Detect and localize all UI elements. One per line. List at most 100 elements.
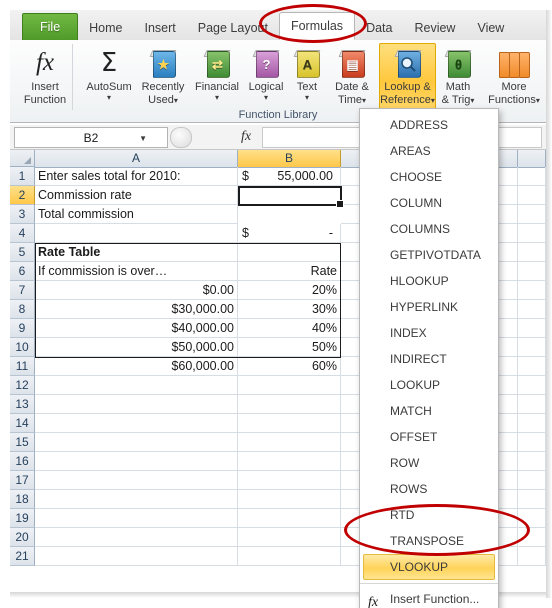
row-header-12[interactable]: 12	[10, 376, 35, 395]
ribbon-button-logical[interactable]: ? Logical ▾	[243, 43, 289, 117]
cell-A13[interactable]	[35, 395, 238, 414]
menu-item-transpose[interactable]: TRANSPOSE	[360, 528, 498, 554]
cell-B11[interactable]: 60%	[238, 357, 341, 376]
cell-A21[interactable]	[35, 547, 238, 566]
menu-item-rows[interactable]: ROWS	[360, 476, 498, 502]
cell-F17[interactable]	[518, 471, 546, 490]
insert-function-icon[interactable]: fx	[234, 128, 258, 146]
row-header-2[interactable]: 2	[10, 186, 35, 205]
row-header-1[interactable]: 1	[10, 167, 35, 186]
cell-B17[interactable]	[238, 471, 341, 490]
row-header-3[interactable]: 3	[10, 205, 35, 224]
chevron-down-icon[interactable]: ▾	[536, 96, 540, 105]
ribbon-button-financial[interactable]: ⇄ Financial ▾	[191, 43, 243, 117]
row-header-6[interactable]: 6	[10, 262, 35, 281]
cell-B21[interactable]	[238, 547, 341, 566]
cell-F21[interactable]	[518, 547, 546, 566]
chevron-down-icon[interactable]: ▾	[264, 94, 268, 102]
cell-B18[interactable]	[238, 490, 341, 509]
cell-F1[interactable]	[518, 167, 546, 186]
cell-B12[interactable]	[238, 376, 341, 395]
column-header-a[interactable]: A	[35, 150, 238, 167]
chevron-down-icon[interactable]: ▾	[305, 94, 309, 102]
cell-B2[interactable]	[238, 186, 341, 205]
row-header-21[interactable]: 21	[10, 547, 35, 566]
ribbon-tab-insert[interactable]: Insert	[134, 16, 187, 40]
cell-A19[interactable]	[35, 509, 238, 528]
menu-item-indirect[interactable]: INDIRECT	[360, 346, 498, 372]
ribbon-tab-home[interactable]: Home	[78, 16, 133, 40]
cell-F16[interactable]	[518, 452, 546, 471]
ribbon-button-text[interactable]: A Text ▾	[286, 43, 328, 117]
ribbon-button-more-functions[interactable]: More Functions▾	[482, 43, 546, 117]
cell-B10[interactable]: 50%	[238, 338, 341, 357]
menu-item-vlookup[interactable]: VLOOKUP	[363, 554, 495, 580]
cell-B6[interactable]: Rate	[238, 262, 341, 281]
row-header-18[interactable]: 18	[10, 490, 35, 509]
menu-item-getpivotdata[interactable]: GETPIVOTDATA	[360, 242, 498, 268]
row-header-20[interactable]: 20	[10, 528, 35, 547]
chevron-down-icon[interactable]: ▾	[174, 96, 178, 105]
name-box-dropdown-button[interactable]	[170, 127, 192, 148]
menu-item-rtd[interactable]: RTD	[360, 502, 498, 528]
chevron-down-icon[interactable]: ▾	[470, 96, 474, 105]
cell-A16[interactable]	[35, 452, 238, 471]
cell-A5[interactable]: Rate Table	[35, 243, 238, 262]
chevron-down-icon[interactable]: ▾	[362, 96, 366, 105]
cell-F11[interactable]	[518, 357, 546, 376]
row-header-17[interactable]: 17	[10, 471, 35, 490]
cell-F19[interactable]	[518, 509, 546, 528]
cell-F15[interactable]	[518, 433, 546, 452]
row-header-14[interactable]: 14	[10, 414, 35, 433]
menu-item-match[interactable]: MATCH	[360, 398, 498, 424]
cell-B20[interactable]	[238, 528, 341, 547]
column-header-f[interactable]	[518, 150, 546, 167]
row-header-10[interactable]: 10	[10, 338, 35, 357]
cell-A14[interactable]	[35, 414, 238, 433]
cell-F12[interactable]	[518, 376, 546, 395]
select-all-corner[interactable]	[10, 150, 35, 167]
menu-item-insert-function[interactable]: fx Insert Function...	[360, 587, 498, 608]
cell-A7[interactable]: $0.00	[35, 281, 238, 300]
cell-A17[interactable]	[35, 471, 238, 490]
cell-A12[interactable]	[35, 376, 238, 395]
ribbon-tab-data[interactable]: Data	[355, 16, 403, 40]
menu-item-areas[interactable]: AREAS	[360, 138, 498, 164]
cell-B13[interactable]	[238, 395, 341, 414]
menu-item-column[interactable]: COLUMN	[360, 190, 498, 216]
ribbon-tab-file[interactable]: File	[22, 13, 79, 40]
ribbon-button-lookup-reference[interactable]: Lookup & Reference▾	[379, 43, 436, 117]
cell-F5[interactable]	[518, 243, 546, 262]
cell-A9[interactable]: $40,000.00	[35, 319, 238, 338]
row-header-9[interactable]: 9	[10, 319, 35, 338]
cell-F7[interactable]	[518, 281, 546, 300]
cell-A6[interactable]: If commission is over…	[35, 262, 238, 281]
cell-A20[interactable]	[35, 528, 238, 547]
ribbon-button-recently-used[interactable]: ★ Recently Used▾	[136, 43, 190, 117]
cell-F6[interactable]	[518, 262, 546, 281]
row-header-11[interactable]: 11	[10, 357, 35, 376]
cell-F3[interactable]	[518, 205, 546, 224]
cell-A8[interactable]: $30,000.00	[35, 300, 238, 319]
cell-B1[interactable]: $55,000.00	[238, 167, 341, 186]
cell-A18[interactable]	[35, 490, 238, 509]
cell-F2[interactable]	[518, 186, 546, 205]
cell-A11[interactable]: $60,000.00	[35, 357, 238, 376]
chevron-down-icon[interactable]: ▾	[107, 94, 111, 102]
lookup-reference-dropdown-menu[interactable]: ADDRESS AREAS CHOOSE COLUMN COLUMNS GETPIVOTD…	[359, 108, 499, 608]
cell-F18[interactable]	[518, 490, 546, 509]
menu-item-hlookup[interactable]: HLOOKUP	[360, 268, 498, 294]
cell-F20[interactable]	[518, 528, 546, 547]
cell-A3[interactable]: Total commission	[35, 205, 238, 224]
menu-item-row[interactable]: ROW	[360, 450, 498, 476]
cell-B7[interactable]: 20%	[238, 281, 341, 300]
row-header-13[interactable]: 13	[10, 395, 35, 414]
menu-item-choose[interactable]: CHOOSE	[360, 164, 498, 190]
name-box[interactable]: B2 ▼	[14, 127, 168, 148]
cell-F14[interactable]	[518, 414, 546, 433]
row-header-16[interactable]: 16	[10, 452, 35, 471]
cell-B19[interactable]	[238, 509, 341, 528]
row-header-8[interactable]: 8	[10, 300, 35, 319]
row-header-4[interactable]: 4	[10, 224, 35, 243]
chevron-down-icon[interactable]: ▾	[215, 94, 219, 102]
